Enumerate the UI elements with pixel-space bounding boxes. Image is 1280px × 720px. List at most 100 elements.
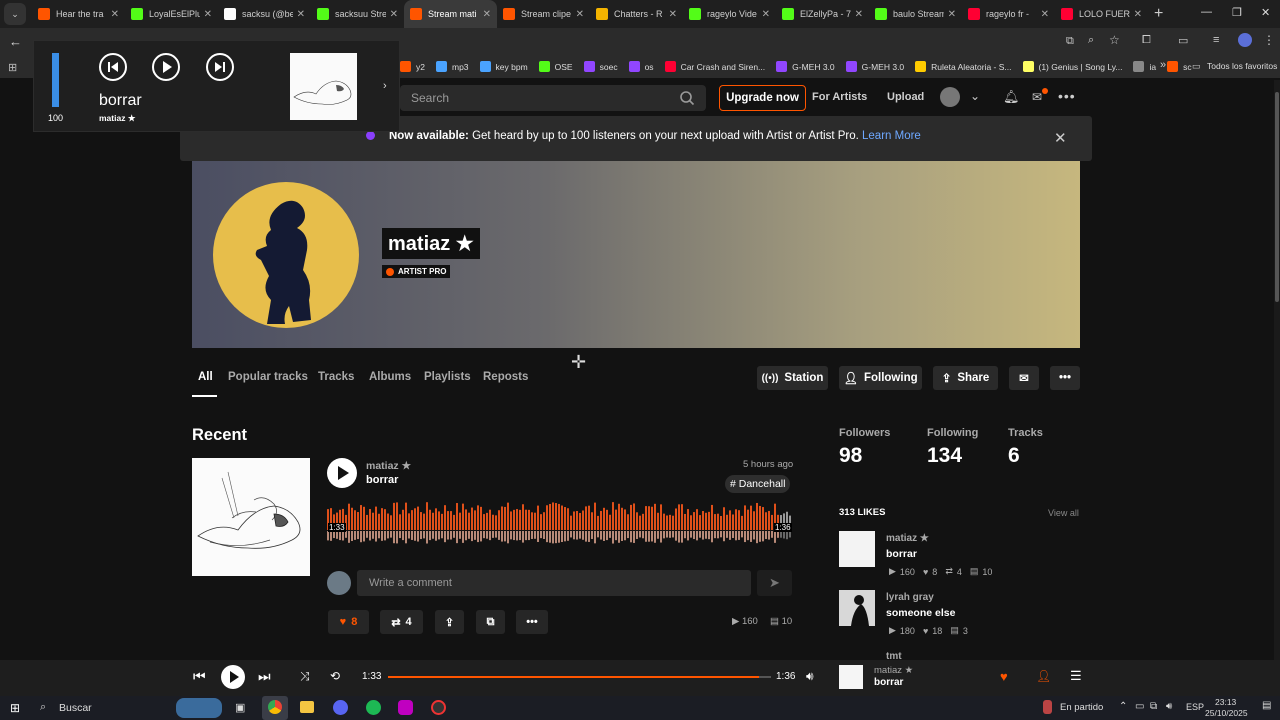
player-title[interactable]: borrar <box>874 677 903 688</box>
back-arrow-icon[interactable]: ← <box>9 34 22 49</box>
following-count[interactable]: 134 <box>927 444 962 468</box>
tab-playlists[interactable]: Playlists <box>424 371 471 383</box>
tracks-count[interactable]: 6 <box>1008 444 1020 468</box>
send-comment-button[interactable]: ➤ <box>757 570 792 596</box>
close-window-button[interactable]: ✕ <box>1261 6 1270 19</box>
bookmark-item[interactable]: os <box>628 61 654 72</box>
taskbar-search-label[interactable]: Buscar <box>59 702 92 714</box>
browser-tab[interactable]: sacksuu Stre ✕ <box>311 0 404 28</box>
bookmark-item[interactable]: OSE <box>538 61 573 72</box>
media-control-icon[interactable]: ≡ <box>1213 34 1219 46</box>
upload-link[interactable]: Upload <box>887 91 924 103</box>
taskbar-search-icon[interactable]: ⌕ <box>40 701 46 714</box>
tab-tracks[interactable]: Tracks <box>318 371 354 383</box>
status-text[interactable]: En partido <box>1060 702 1103 713</box>
tab-close-icon[interactable]: ✕ <box>390 9 398 20</box>
sidebar-icon[interactable]: ▭ <box>1178 34 1188 47</box>
like-title[interactable]: someone else <box>886 607 955 619</box>
scrollbar-thumb[interactable] <box>1275 92 1279 302</box>
apps-icon[interactable]: ⊞ <box>8 61 17 74</box>
track-artist[interactable]: matiaz ★ <box>366 460 411 472</box>
tab-reposts[interactable]: Reposts <box>483 371 528 383</box>
tab-popular-tracks[interactable]: Popular tracks <box>228 371 308 383</box>
player-artwork[interactable] <box>839 665 863 689</box>
spotify-icon[interactable] <box>366 700 381 715</box>
like-artist[interactable]: matiaz ★ <box>886 533 929 544</box>
player-like-icon[interactable]: ♥ <box>1000 669 1008 684</box>
tab-close-icon[interactable]: ✕ <box>204 9 212 20</box>
repost-button[interactable]: ⇄ 4 <box>380 610 423 634</box>
browser-tab[interactable]: LoyalEsElPlu ✕ <box>125 0 218 28</box>
tray-chevron-icon[interactable]: ⌃ <box>1119 701 1127 712</box>
previous-track-icon[interactable]: ⏮︎ <box>193 668 206 685</box>
bookmark-item[interactable]: Car Crash and Siren... <box>664 61 765 72</box>
track-more-button[interactable]: ••• <box>516 610 548 634</box>
for-artists-link[interactable]: For Artists <box>812 91 867 103</box>
repeat-icon[interactable]: ⟲ <box>330 669 340 683</box>
bookmark-item[interactable]: ia <box>1133 61 1156 72</box>
copy-link-button[interactable]: ⧉ <box>476 610 505 634</box>
search-icon[interactable] <box>679 90 695 106</box>
message-button[interactable]: ✉ <box>1009 366 1039 390</box>
overlay-next-button[interactable] <box>206 53 234 81</box>
share-button[interactable]: ⇪ Share <box>933 366 998 390</box>
tab-close-icon[interactable]: ✕ <box>762 9 770 20</box>
station-button[interactable]: ((•)) Station <box>757 366 828 390</box>
tab-close-icon[interactable]: ✕ <box>483 9 491 20</box>
bookmark-item[interactable]: sc <box>1167 61 1192 72</box>
new-tab-button[interactable]: + <box>1154 5 1163 23</box>
bookmark-item[interactable]: Ruleta Aleatoria - S... <box>915 61 1012 72</box>
genre-tag[interactable]: # Dancehall <box>725 475 791 493</box>
volume-icon[interactable]: 🔊︎ <box>806 669 814 684</box>
tab-close-icon[interactable]: ✕ <box>297 9 305 20</box>
shuffle-icon[interactable]: ⤨ <box>300 669 310 684</box>
minimize-button[interactable]: — <box>1201 6 1212 18</box>
browser-menu-icon[interactable]: ⋮ <box>1263 33 1275 47</box>
obs-icon[interactable] <box>431 700 446 715</box>
zoom-icon[interactable]: ⌕ <box>1088 34 1094 47</box>
tray-network-icon[interactable]: ▭ <box>1135 701 1144 712</box>
browser-tab[interactable]: rageylo Vide ✕ <box>683 0 776 28</box>
followers-count[interactable]: 98 <box>839 444 862 468</box>
comment-input[interactable]: Write a comment <box>357 570 751 596</box>
track-share-button[interactable]: ⇪ <box>435 610 464 634</box>
bookmark-item[interactable]: (1) Genius | Song Ly... <box>1022 61 1122 72</box>
extensions-icon[interactable]: ⧠ <box>1142 34 1151 47</box>
tab-search-button[interactable]: ⌄ <box>4 3 26 25</box>
upgrade-now-button[interactable]: Upgrade now <box>719 85 806 111</box>
like-artwork[interactable] <box>839 531 875 567</box>
all-bookmarks[interactable]: Todos los favoritos <box>1207 61 1277 71</box>
task-view-icon[interactable]: ▣ <box>235 701 245 714</box>
profile-avatar[interactable] <box>1238 33 1252 47</box>
file-explorer-icon[interactable] <box>300 701 314 713</box>
browser-tab[interactable]: Stream clipe ✕ <box>497 0 590 28</box>
browser-tab[interactable]: rageylo fr - ✕ <box>962 0 1055 28</box>
following-button[interactable]: 👤︎ Following <box>839 366 922 390</box>
bookmark-item[interactable]: mp3 <box>435 61 469 72</box>
messages-icon[interactable]: ✉ <box>1032 90 1042 104</box>
clock-date[interactable]: 25/10/2025 <box>1205 708 1248 718</box>
close-notice-icon[interactable]: ✕ <box>1054 129 1067 147</box>
app-icon[interactable] <box>398 700 413 715</box>
bookmark-item[interactable]: key bpm <box>479 61 528 72</box>
play-track-button[interactable] <box>327 458 357 488</box>
follow-artist-icon[interactable]: 👤︎ <box>1036 669 1051 683</box>
install-app-icon[interactable]: ⧉ <box>1066 35 1074 48</box>
track-artwork[interactable] <box>192 458 310 576</box>
waveform[interactable] <box>327 500 793 548</box>
windows-start-icon[interactable]: ⊞ <box>10 701 20 715</box>
browser-tab[interactable]: ElZellyPa - 7 ✕ <box>776 0 869 28</box>
browser-tab[interactable]: LOLO FUERA ✕ <box>1055 0 1148 28</box>
like-artist[interactable]: lyrah gray <box>886 592 934 603</box>
view-all-link[interactable]: View all <box>1048 508 1079 518</box>
tab-close-icon[interactable]: ✕ <box>1041 9 1049 20</box>
tab-all[interactable]: All <box>198 371 213 383</box>
browser-tab[interactable]: Stream mati ✕ <box>404 0 497 28</box>
tab-albums[interactable]: Albums <box>369 371 411 383</box>
notifications-bell-icon[interactable]: 🔔︎ <box>1003 89 1020 105</box>
bookmark-star-icon[interactable]: ☆ <box>1109 33 1120 47</box>
clock-time[interactable]: 23:13 <box>1215 697 1236 707</box>
volume-slider[interactable] <box>52 53 59 107</box>
more-options-icon[interactable]: ••• <box>1058 88 1076 104</box>
tab-close-icon[interactable]: ✕ <box>948 9 956 20</box>
